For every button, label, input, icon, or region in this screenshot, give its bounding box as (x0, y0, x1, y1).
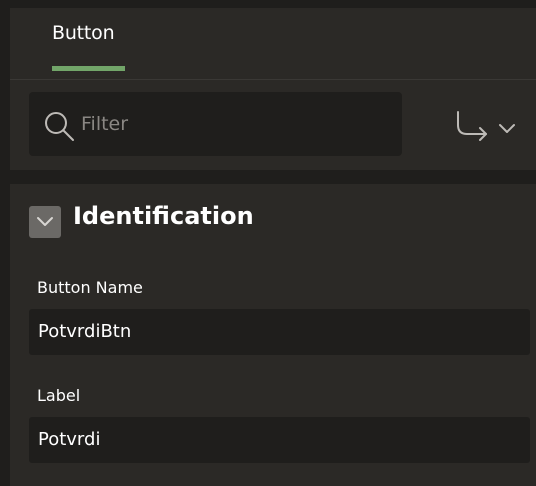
tab-label: Button (52, 22, 115, 44)
section-title: Identification (73, 202, 254, 230)
button-name-label: Button Name (37, 278, 143, 297)
label-field-value: Potvrdi (38, 429, 101, 450)
button-name-field[interactable]: PotvrdiBtn (29, 309, 530, 355)
tab-active-indicator (52, 66, 125, 71)
chevron-down-icon (37, 217, 53, 226)
button-name-value: PotvrdiBtn (38, 321, 132, 342)
tab-divider (10, 79, 536, 80)
property-editor-panel: Button I (0, 0, 536, 486)
panel-top-band (10, 0, 536, 8)
chevron-down-icon (498, 120, 516, 139)
arrow-turn-right-icon (454, 110, 492, 146)
tab-button[interactable]: Button (52, 20, 125, 74)
filter-box[interactable] (29, 92, 402, 156)
section-separator (10, 170, 536, 184)
filter-input[interactable] (81, 106, 381, 142)
label-field-label: Label (37, 386, 81, 405)
goto-group-button[interactable] (450, 106, 522, 146)
panel-left-edge (0, 0, 10, 486)
collapse-toggle[interactable] (29, 206, 61, 238)
label-field[interactable]: Potvrdi (29, 417, 530, 463)
search-icon (43, 110, 77, 142)
